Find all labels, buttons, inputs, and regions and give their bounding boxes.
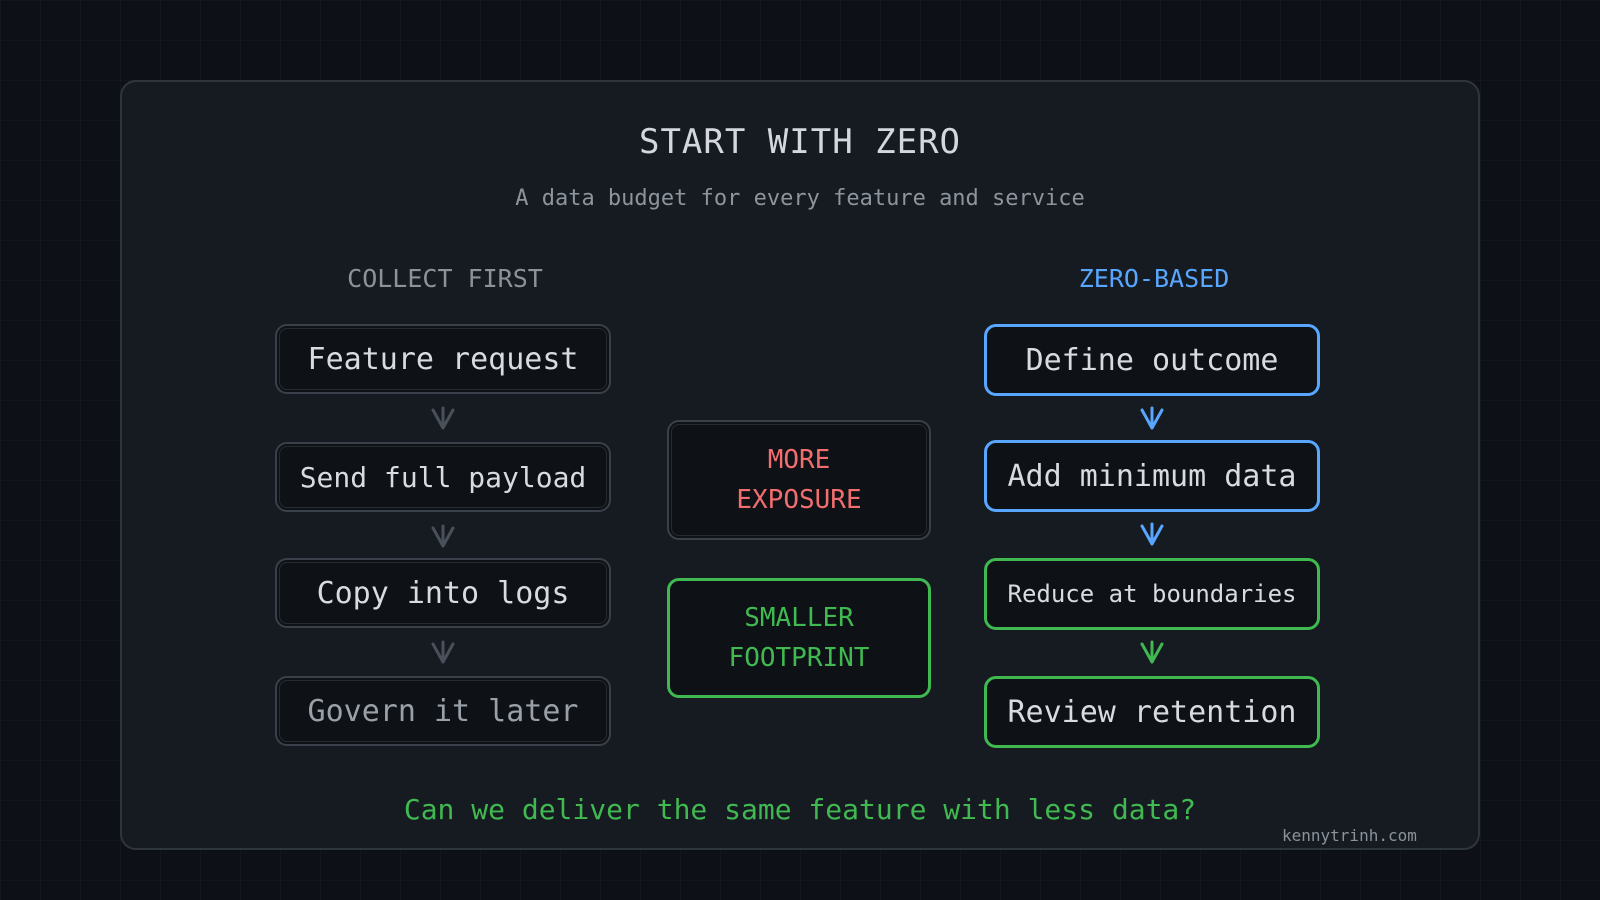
smaller-footprint-box: SMALLER FOOTPRINT xyxy=(667,578,931,698)
more-exposure-box: MORE EXPOSURE xyxy=(667,420,931,540)
diagram-title: START WITH ZERO xyxy=(638,122,962,162)
zero-based-heading: ZERO-BASED xyxy=(1078,264,1230,293)
step-copy-into-logs: Copy into logs xyxy=(275,558,611,628)
arrow-down-icon xyxy=(431,640,455,664)
arrow-down-icon xyxy=(1140,640,1164,664)
step-feature-request: Feature request xyxy=(275,324,611,394)
arrow-down-icon xyxy=(431,524,455,548)
step-reduce-at-boundaries: Reduce at boundaries xyxy=(984,558,1320,630)
arrow-down-icon xyxy=(431,406,455,430)
step-add-minimum-data: Add minimum data xyxy=(984,440,1320,512)
arrow-down-icon xyxy=(1140,406,1164,430)
closing-question: Can we deliver the same feature with les… xyxy=(403,793,1197,826)
smaller-footprint-line-2: FOOTPRINT xyxy=(728,643,870,673)
diagram-subtitle: A data budget for every feature and serv… xyxy=(515,186,1085,211)
step-review-retention: Review retention xyxy=(984,676,1320,748)
step-define-outcome: Define outcome xyxy=(984,324,1320,396)
more-exposure-line-1: MORE xyxy=(767,445,831,475)
step-govern-it-later: Govern it later xyxy=(275,676,611,746)
smaller-footprint-line-1: SMALLER xyxy=(744,603,854,633)
arrow-down-icon xyxy=(1140,522,1164,546)
more-exposure-line-2: EXPOSURE xyxy=(736,485,862,515)
credit-link[interactable]: kennytrinh.com xyxy=(1282,826,1417,845)
collect-first-heading: COLLECT FIRST xyxy=(347,264,543,293)
step-send-full-payload: Send full payload xyxy=(275,442,611,512)
